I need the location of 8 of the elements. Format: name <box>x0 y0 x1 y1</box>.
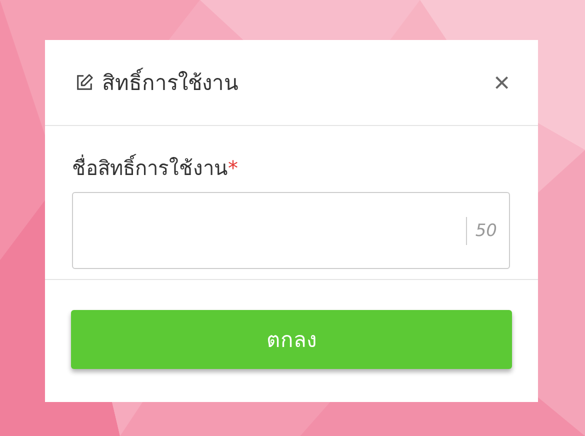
dialog-title: สิทธิ์การใช้งาน <box>102 66 486 99</box>
ok-button[interactable]: ตกลง <box>71 310 512 369</box>
edit-icon <box>75 73 94 92</box>
name-input-field[interactable]: 50 <box>72 192 510 269</box>
field-label: ชื่อสิทธิ์การใช้งาน <box>72 153 228 182</box>
required-mark: * <box>228 156 238 180</box>
close-button[interactable]: × <box>494 68 510 96</box>
max-length-counter: 50 <box>466 216 497 244</box>
